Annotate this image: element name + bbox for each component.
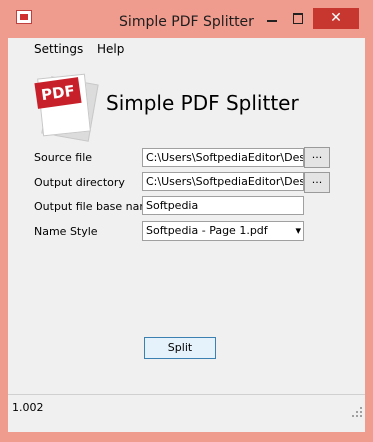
pdf-logo-icon: PDF	[34, 72, 99, 142]
output-directory-label: Output directory	[34, 176, 125, 189]
source-file-label: Source file	[34, 151, 93, 164]
browse-output-button[interactable]: ...	[304, 172, 330, 193]
client-area: Settings Help PDF Simple PDF Splitter So…	[8, 38, 365, 432]
menu-settings[interactable]: Settings	[34, 42, 83, 56]
version-label: 1.002	[12, 401, 44, 414]
app-window: Simple PDF Splitter ✕ Settings Help PDF …	[0, 0, 373, 442]
app-heading: Simple PDF Splitter	[106, 91, 299, 115]
name-style-label: Name Style	[34, 225, 98, 238]
status-bar: 1.002	[8, 394, 365, 422]
source-file-field[interactable]: C:\Users\SoftpediaEditor\Desktop	[142, 148, 304, 167]
resize-grip-icon[interactable]	[352, 407, 362, 417]
name-style-select[interactable]: Softpedia - Page 1.pdf ▾	[142, 221, 304, 241]
chevron-down-icon[interactable]: ▾	[295, 222, 301, 240]
split-button[interactable]: Split	[144, 337, 216, 359]
menu-help[interactable]: Help	[97, 42, 124, 56]
base-name-field[interactable]: Softpedia	[142, 196, 304, 215]
menu-bar: Settings Help	[8, 38, 365, 60]
name-style-value: Softpedia - Page 1.pdf	[146, 224, 268, 237]
title-bar[interactable]: Simple PDF Splitter ✕	[0, 0, 373, 38]
close-icon[interactable]: ✕	[313, 8, 359, 29]
base-name-label: Output file base name	[34, 200, 157, 213]
output-directory-field[interactable]: C:\Users\SoftpediaEditor\Desktop	[142, 172, 304, 191]
maximize-icon[interactable]	[285, 8, 311, 28]
browse-source-button[interactable]: ...	[304, 147, 330, 168]
minimize-icon[interactable]	[259, 8, 285, 28]
